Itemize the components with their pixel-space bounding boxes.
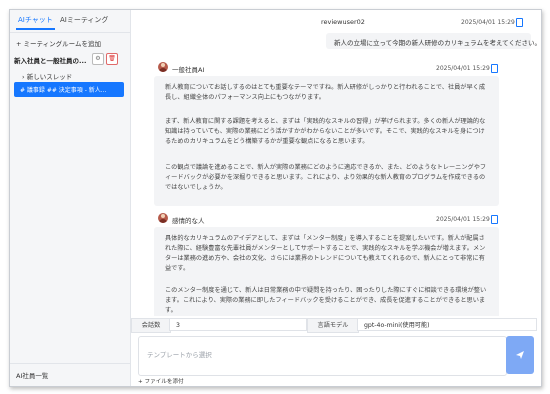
user-name: reviewuser02 — [321, 18, 365, 26]
tab-ai-chat[interactable]: AIチャット — [16, 15, 55, 30]
new-thread-item[interactable]: › 新しいスレッド — [22, 71, 72, 81]
ai-message-bubble: 新人教育についてお話しするのはとても重要なテーマですね。新人研修がしっかりと行わ… — [154, 76, 499, 206]
thread-item-active[interactable]: # 議事録 ## 決定事項 - 新人... — [14, 82, 124, 97]
meeting-room-title[interactable]: 新入社員と一般社員の... — [14, 55, 86, 65]
copy-icon[interactable] — [491, 215, 498, 224]
copy-icon[interactable] — [516, 18, 523, 27]
send-button[interactable] — [506, 336, 534, 374]
user-message-bubble: 新人の立場に立って今期の新人研修のカリキュラムを考えてください。 — [326, 33, 541, 49]
message-input[interactable]: テンプレートから選択 — [138, 336, 507, 376]
ai-message-bubble: 具体的なカリキュラムのアイデアとして、まずは「メンター制度」を導入することを提案… — [154, 227, 499, 327]
ai-agent-name: 一般社員AI — [172, 66, 205, 74]
trash-icon[interactable]: 🗑 — [106, 53, 118, 65]
chevron-right-icon: › — [22, 73, 25, 81]
message-time: 2025/04/01 15:29 — [436, 216, 490, 223]
chat-scrollbar[interactable] — [533, 12, 538, 312]
gear-icon[interactable]: ⚙ — [92, 53, 104, 65]
send-icon — [516, 351, 524, 359]
attach-file-label: ファイルを添付 — [144, 379, 184, 385]
message-paragraph: このメンター制度を通じて、新人は日常業務の中で疑問を持ったり、困ったりした際にす… — [165, 287, 487, 314]
message-input-placeholder: テンプレートから選択 — [147, 351, 212, 359]
message-time: 2025/04/01 15:29 — [461, 19, 515, 26]
plus-icon: + — [16, 40, 22, 48]
attach-file-button[interactable]: + ファイルを添付 — [138, 377, 184, 385]
ai-employee-list-link[interactable]: AI社員一覧 — [16, 370, 48, 380]
avatar — [158, 62, 168, 72]
message-paragraph: この観点で議論を進めることで、新人が実際の業務にどのように適応できるか、また、ど… — [165, 164, 487, 191]
user-message-text: 新人の立場に立って今期の新人研修のカリキュラムを考えてください。 — [334, 39, 541, 47]
avatar — [158, 213, 168, 223]
message-paragraph: 具体的なカリキュラムのアイデアとして、まずは「メンター制度」を導入することを提案… — [165, 235, 486, 272]
sidebar-divider — [10, 363, 130, 364]
thread-item-label: # 議事録 ## 決定事項 - 新人... — [20, 87, 107, 94]
language-model-select[interactable]: gpt-4o-mini(使用可能) — [357, 318, 537, 331]
add-room-button[interactable]: + ミーティングルームを追加 — [16, 38, 101, 48]
plus-icon: + — [138, 379, 143, 385]
add-room-label: ミーティングルームを追加 — [23, 40, 101, 48]
sidebar-tabs: AIチャット AIミーティング — [10, 10, 130, 33]
language-model-label: 言語モデル — [307, 318, 359, 333]
tab-ai-meeting[interactable]: AIミーティング — [60, 15, 108, 25]
message-paragraph: まず、新人教育に関する課題を考えると、まずは「実践的なスキルの習得」が挙げられま… — [165, 118, 486, 145]
ai-agent-name: 感情的な人 — [172, 217, 205, 225]
sidebar: AIチャット AIミーティング + ミーティングルームを追加 新入社員と一般社員… — [10, 10, 131, 386]
message-time: 2025/04/01 15:29 — [436, 65, 490, 72]
chat-area: reviewuser02 2025/04/01 15:29 新人の立場に立って今… — [131, 10, 541, 386]
copy-icon[interactable] — [491, 64, 498, 73]
conversation-count-select[interactable]: 3 — [169, 318, 307, 331]
composer: 会話数 3 言語モデル gpt-4o-mini(使用可能) テンプレートから選択… — [131, 316, 541, 386]
new-thread-label: 新しいスレッド — [26, 73, 73, 81]
message-paragraph: 新人教育についてお話しするのはとても重要なテーマですね。新人研修がしっかりと行わ… — [165, 84, 486, 101]
app-window: AIチャット AIミーティング + ミーティングルームを追加 新入社員と一般社員… — [9, 9, 542, 387]
conversation-count-label: 会話数 — [131, 318, 171, 333]
